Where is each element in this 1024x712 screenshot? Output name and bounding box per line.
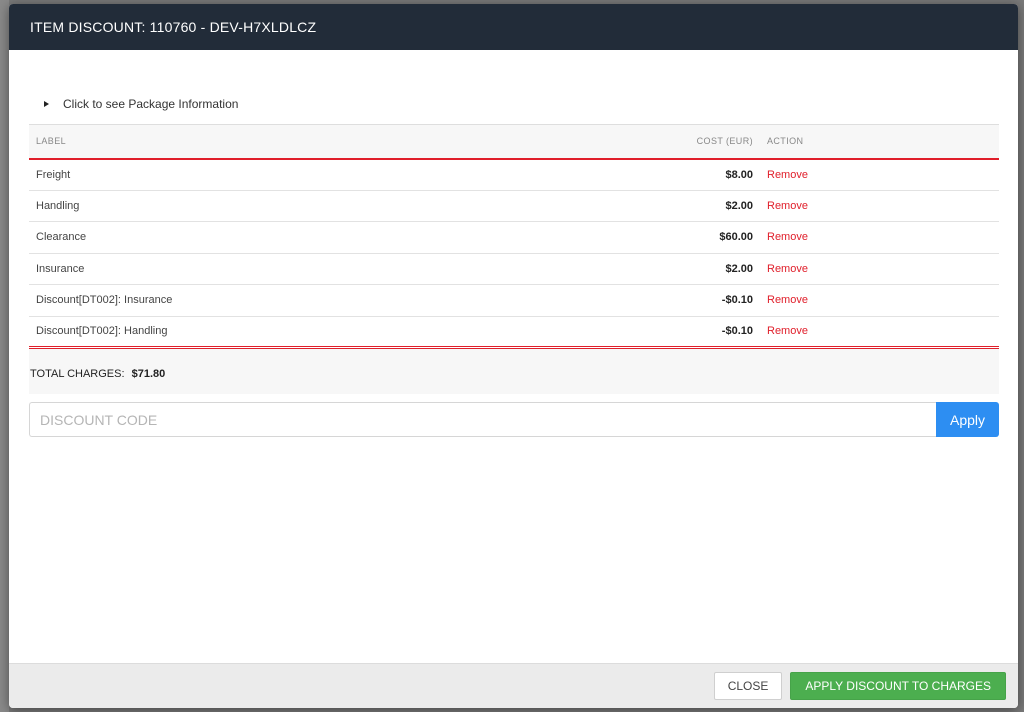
caret-right-icon: [44, 101, 49, 107]
remove-link[interactable]: Remove: [767, 231, 808, 243]
modal-header: ITEM DISCOUNT: 110760 - DEV-H7XLDLCZ: [9, 4, 1018, 50]
table-row: Discount[DT002]: Handling -$0.10 Remove: [29, 316, 999, 349]
table-row: Freight $8.00 Remove: [29, 158, 999, 191]
charges-panel: LABEL COST (EUR) ACTION Freight $8.00 Re…: [29, 124, 999, 394]
charge-cost: $60.00: [519, 221, 759, 254]
charge-cost: $2.00: [519, 190, 759, 222]
remove-link[interactable]: Remove: [767, 263, 808, 275]
close-button[interactable]: CLOSE: [713, 672, 783, 700]
charge-cost: $8.00: [519, 158, 759, 191]
charge-label: Freight: [29, 158, 519, 191]
package-info-label: Click to see Package Information: [63, 97, 239, 111]
charges-table: LABEL COST (EUR) ACTION Freight $8.00 Re…: [29, 124, 999, 349]
table-row: Insurance $2.00 Remove: [29, 253, 999, 285]
column-header-action: ACTION: [759, 124, 999, 160]
item-discount-modal: ITEM DISCOUNT: 110760 - DEV-H7XLDLCZ Cli…: [9, 4, 1018, 708]
total-charges-label: TOTAL CHARGES:: [30, 368, 125, 380]
charge-label: Clearance: [29, 221, 519, 254]
package-info-toggle[interactable]: Click to see Package Information: [44, 97, 238, 111]
modal-title: ITEM DISCOUNT: 110760 - DEV-H7XLDLCZ: [30, 19, 317, 35]
remove-link[interactable]: Remove: [767, 169, 808, 181]
total-charges: TOTAL CHARGES: $71.80: [29, 368, 165, 380]
column-header-label: LABEL: [29, 124, 519, 160]
table-row: Handling $2.00 Remove: [29, 190, 999, 222]
apply-discount-code-button[interactable]: Apply: [936, 402, 999, 437]
remove-link[interactable]: Remove: [767, 200, 808, 212]
remove-link[interactable]: Remove: [767, 294, 808, 306]
discount-code-input[interactable]: [29, 402, 936, 437]
charge-cost: $2.00: [519, 253, 759, 285]
modal-body: Click to see Package Information LABEL C…: [9, 50, 1018, 663]
total-charges-value: $71.80: [131, 368, 166, 380]
table-row: Discount[DT002]: Insurance -$0.10 Remove: [29, 284, 999, 317]
charge-label: Discount[DT002]: Insurance: [29, 284, 519, 317]
charge-label: Discount[DT002]: Handling: [29, 316, 519, 349]
charge-cost: -$0.10: [519, 284, 759, 317]
column-header-cost: COST (EUR): [519, 124, 759, 160]
background-page-edge: [0, 0, 9, 712]
charge-cost: -$0.10: [519, 316, 759, 349]
remove-link[interactable]: Remove: [767, 325, 808, 337]
charge-label: Handling: [29, 190, 519, 222]
charge-label: Insurance: [29, 253, 519, 285]
table-row: Clearance $60.00 Remove: [29, 221, 999, 254]
apply-discount-to-charges-button[interactable]: APPLY DISCOUNT TO CHARGES: [790, 672, 1006, 700]
discount-code-row: Apply: [29, 402, 999, 437]
charges-table-header: LABEL COST (EUR) ACTION: [29, 124, 999, 160]
modal-footer: CLOSE APPLY DISCOUNT TO CHARGES: [9, 663, 1018, 708]
